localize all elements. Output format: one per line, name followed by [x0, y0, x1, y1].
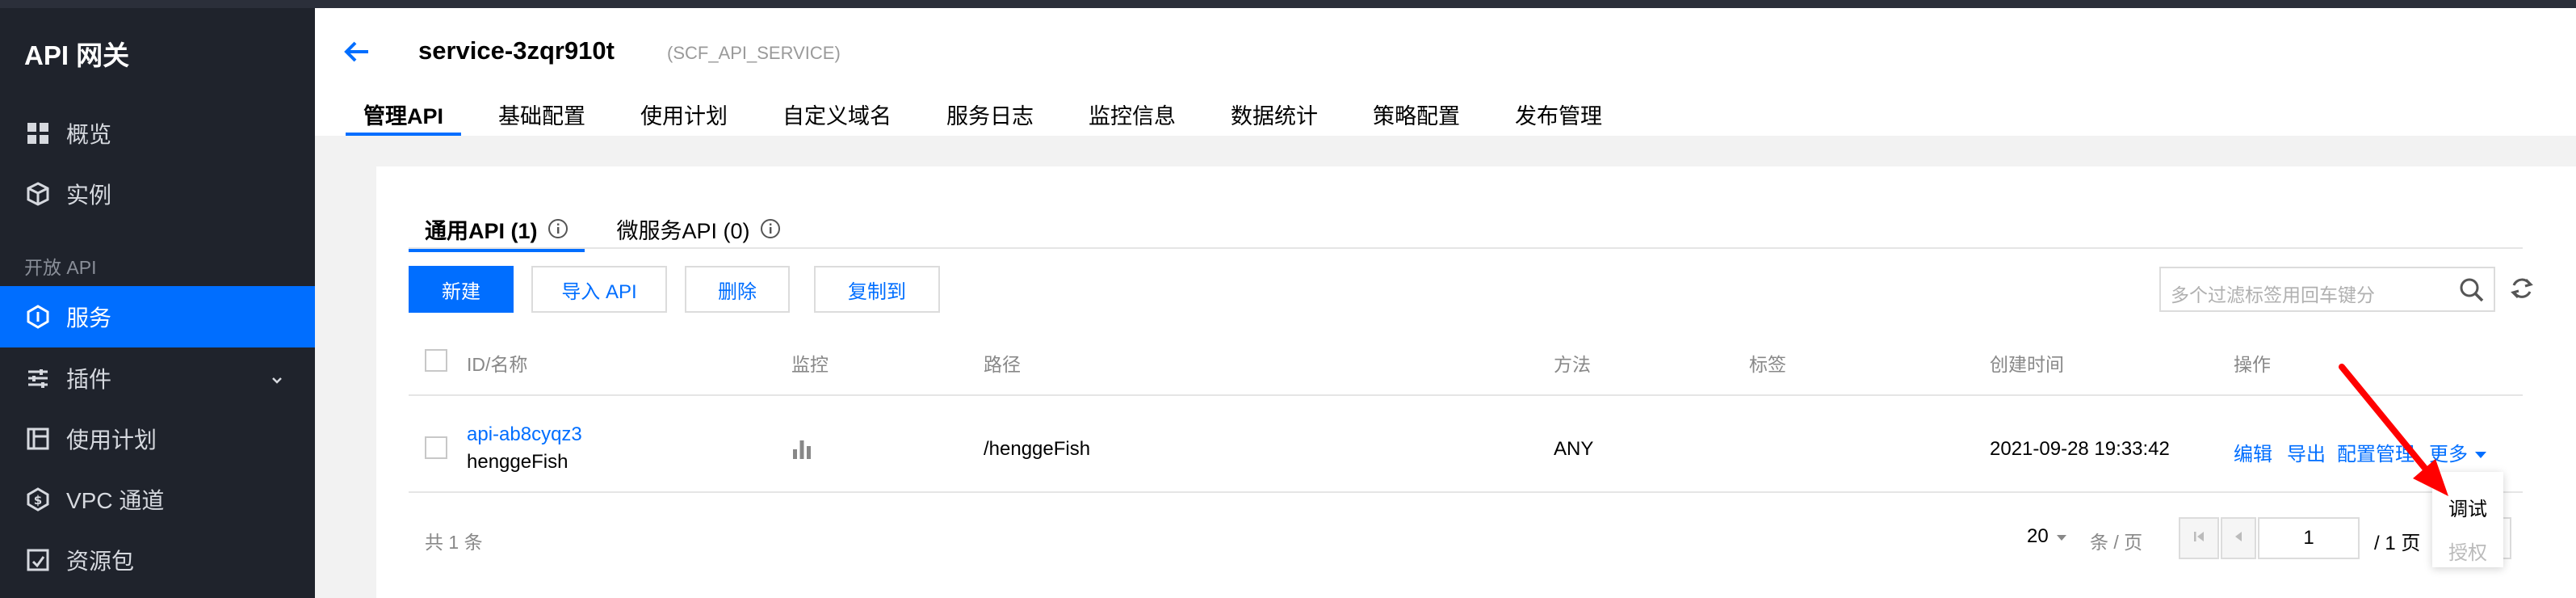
- tab-microservice-api[interactable]: 微服务API (0): [601, 210, 797, 247]
- sidebar-item-label: 概览: [66, 122, 112, 147]
- tab-release-management[interactable]: 发布管理: [1497, 99, 1620, 134]
- tab-usage-plan[interactable]: 使用计划: [623, 99, 745, 134]
- svg-text:$: $: [34, 493, 42, 507]
- column-header-actions: 操作: [2234, 354, 2271, 375]
- first-page-button[interactable]: [2179, 517, 2219, 559]
- page-size-select[interactable]: 20: [2027, 525, 2068, 548]
- refresh-icon[interactable]: [2508, 275, 2536, 302]
- prev-page-button[interactable]: [2221, 517, 2256, 559]
- sidebar-section-label: 开放 API: [24, 257, 97, 278]
- package-icon: [24, 546, 52, 574]
- api-name: henggeFish: [467, 451, 568, 473]
- delete-button[interactable]: 删除: [685, 266, 790, 313]
- search-icon[interactable]: [2458, 276, 2486, 304]
- tab-policy-config[interactable]: 策略配置: [1355, 99, 1478, 134]
- sidebar-item-label: 使用计划: [66, 427, 157, 453]
- chevron-down-icon: [270, 367, 284, 393]
- tab-label: 通用API (1): [425, 218, 538, 243]
- sidebar-item-usage-plan[interactable]: 使用计划: [0, 408, 315, 470]
- grid-icon: [24, 120, 52, 147]
- sidebar-item-service[interactable]: 服务: [0, 286, 315, 347]
- page-size-value: 20: [2027, 525, 2049, 547]
- plan-icon: [24, 425, 52, 453]
- column-header-id-name: ID/名称: [467, 354, 528, 375]
- export-link[interactable]: 导出: [2287, 438, 2326, 466]
- bar-chart-icon[interactable]: [790, 436, 814, 465]
- more-label: 更多: [2429, 444, 2468, 465]
- divider: [409, 394, 2523, 396]
- sidebar-item-package[interactable]: 资源包: [0, 529, 315, 591]
- service-type: (SCF_API_SERVICE): [667, 43, 841, 63]
- tab-service-log[interactable]: 服务日志: [929, 99, 1051, 134]
- row-checkbox[interactable]: [425, 436, 447, 459]
- sidebar-item-label: 服务: [66, 305, 112, 331]
- info-icon[interactable]: [760, 218, 781, 239]
- sidebar-item-instance[interactable]: 实例: [0, 163, 315, 225]
- sidebar-item-plugin[interactable]: 插件: [0, 347, 315, 409]
- new-button[interactable]: 新建: [409, 266, 514, 313]
- sidebar-item-vpc[interactable]: $ VPC 通道: [0, 469, 315, 530]
- service-icon: [24, 303, 52, 331]
- sidebar-item-label: 实例: [66, 183, 112, 208]
- divider: [409, 491, 2523, 493]
- page-header: service-3zqr910t (SCF_API_SERVICE) 管理API…: [315, 8, 2576, 137]
- column-header-monitor: 监控: [791, 354, 829, 375]
- info-icon[interactable]: [548, 218, 568, 239]
- api-method: ANY: [1554, 438, 1594, 460]
- column-header-created: 创建时间: [1990, 354, 2064, 375]
- api-path: /henggeFish: [984, 438, 1091, 460]
- sidebar-item-label: 资源包: [66, 549, 135, 574]
- vpc-icon: $: [24, 486, 52, 513]
- service-title: service-3zqr910t: [418, 36, 615, 65]
- tab-general-api[interactable]: 通用API (1): [409, 210, 585, 252]
- cube-icon: [24, 180, 52, 208]
- edit-link[interactable]: 编辑: [2234, 438, 2272, 466]
- tab-label: 微服务API (0): [616, 218, 750, 243]
- sidebar-item-overview[interactable]: 概览: [0, 103, 315, 164]
- column-header-path: 路径: [984, 354, 1021, 375]
- more-dropdown-menu: 调试 授权: [2432, 472, 2503, 567]
- api-type-tabs: 通用API (1) 微服务API (0): [409, 210, 813, 252]
- search-placeholder: 多个过滤标签用回车键分: [2171, 284, 2375, 305]
- caret-down-icon: [2055, 525, 2068, 548]
- prev-page-icon: [2231, 529, 2246, 548]
- tab-monitoring[interactable]: 监控信息: [1071, 99, 1194, 134]
- page-total: / 1 页: [2374, 533, 2421, 554]
- column-header-method: 方法: [1554, 354, 1591, 375]
- import-api-button[interactable]: 导入 API: [531, 266, 667, 313]
- sidebar: API 网关 概览 实例 开放 API 服务 插件 使用计划 $ VPC 通道 …: [0, 8, 315, 598]
- more-dropdown-link[interactable]: 更多: [2429, 438, 2488, 466]
- sidebar-item-label: VPC 通道: [66, 488, 165, 513]
- api-list-card: 通用API (1) 微服务API (0) 新建 导入 API 删除 复制到 多个…: [376, 166, 2576, 598]
- api-created-time: 2021-09-28 19:33:42: [1990, 438, 2170, 460]
- config-manage-link[interactable]: 配置管理: [2337, 438, 2418, 466]
- page-size-unit: 条 / 页: [2090, 532, 2143, 553]
- page-number-input[interactable]: 1: [2258, 517, 2360, 559]
- copy-to-button[interactable]: 复制到: [814, 266, 940, 313]
- header-tabs: 管理API 基础配置 使用计划 自定义域名 服务日志 监控信息 数据统计 策略配…: [346, 99, 1639, 136]
- column-header-tag: 标签: [1749, 354, 1786, 375]
- select-all-checkbox[interactable]: [425, 349, 447, 372]
- total-count: 共 1 条: [425, 532, 483, 553]
- api-id-link[interactable]: api-ab8cyqz3: [467, 423, 582, 446]
- brand-title: API 网关: [24, 40, 130, 70]
- authorize-menu-item: 授权: [2448, 542, 2487, 564]
- divider: [409, 247, 2523, 249]
- sidebar-item-label: 插件: [66, 367, 112, 392]
- back-arrow-icon[interactable]: [341, 36, 373, 68]
- caret-down-icon: [2473, 444, 2488, 465]
- tab-basic-config[interactable]: 基础配置: [480, 99, 603, 134]
- sliders-icon: [24, 364, 52, 392]
- tag-filter-search[interactable]: 多个过滤标签用回车键分: [2159, 267, 2495, 312]
- debug-menu-item[interactable]: 调试: [2432, 493, 2503, 521]
- top-strip: [0, 0, 2576, 8]
- tab-statistics[interactable]: 数据统计: [1213, 99, 1336, 134]
- tab-custom-domain[interactable]: 自定义域名: [765, 99, 909, 134]
- first-page-icon: [2192, 529, 2206, 548]
- tab-manage-api[interactable]: 管理API: [346, 99, 462, 136]
